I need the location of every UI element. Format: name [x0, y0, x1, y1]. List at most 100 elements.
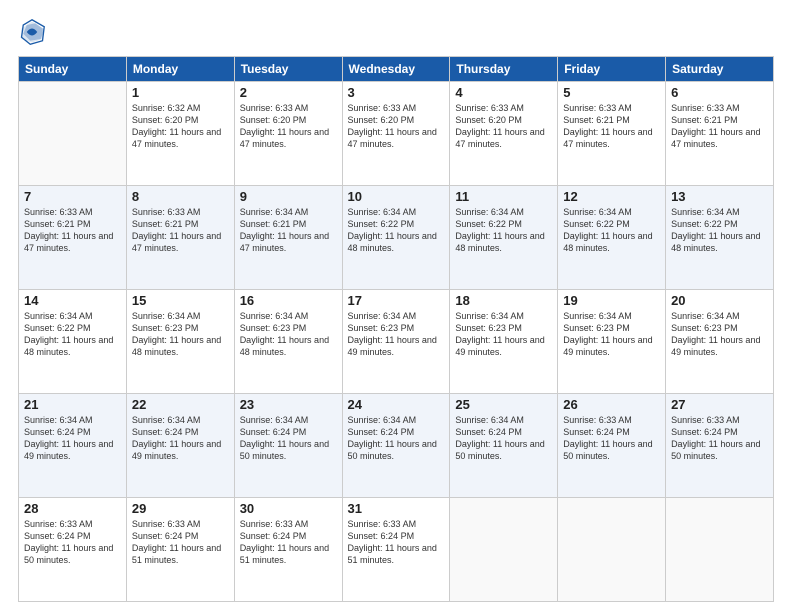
day-cell: 4 Sunrise: 6:33 AM Sunset: 6:20 PM Daylig… [450, 82, 558, 186]
day-info: Sunrise: 6:33 AM Sunset: 6:24 PM Dayligh… [563, 414, 660, 463]
week-row-3: 14 Sunrise: 6:34 AM Sunset: 6:22 PM Dayli… [19, 290, 774, 394]
day-number: 15 [132, 293, 229, 308]
week-row-2: 7 Sunrise: 6:33 AM Sunset: 6:21 PM Daylig… [19, 186, 774, 290]
day-cell [450, 498, 558, 602]
calendar: SundayMondayTuesdayWednesdayThursdayFrid… [18, 56, 774, 602]
day-number: 19 [563, 293, 660, 308]
day-info: Sunrise: 6:33 AM Sunset: 6:20 PM Dayligh… [455, 102, 552, 151]
day-info: Sunrise: 6:33 AM Sunset: 6:24 PM Dayligh… [240, 518, 337, 567]
day-number: 14 [24, 293, 121, 308]
day-cell: 22 Sunrise: 6:34 AM Sunset: 6:24 PM Dayli… [126, 394, 234, 498]
day-info: Sunrise: 6:34 AM Sunset: 6:22 PM Dayligh… [455, 206, 552, 255]
col-header-sunday: Sunday [19, 57, 127, 82]
day-cell: 2 Sunrise: 6:33 AM Sunset: 6:20 PM Daylig… [234, 82, 342, 186]
day-info: Sunrise: 6:32 AM Sunset: 6:20 PM Dayligh… [132, 102, 229, 151]
day-cell: 21Sunrise: 6:34 AM Sunset: 6:24 PM Dayli… [19, 394, 127, 498]
day-info: Sunrise: 6:34 AM Sunset: 6:24 PM Dayligh… [24, 414, 121, 463]
day-number: 9 [240, 189, 337, 204]
day-number: 8 [132, 189, 229, 204]
col-header-thursday: Thursday [450, 57, 558, 82]
day-number: 2 [240, 85, 337, 100]
day-number: 16 [240, 293, 337, 308]
day-number: 27 [671, 397, 768, 412]
col-header-friday: Friday [558, 57, 666, 82]
day-info: Sunrise: 6:34 AM Sunset: 6:23 PM Dayligh… [348, 310, 445, 359]
col-header-monday: Monday [126, 57, 234, 82]
day-cell: 14 Sunrise: 6:34 AM Sunset: 6:22 PM Dayli… [19, 290, 127, 394]
day-number: 22 [132, 397, 229, 412]
day-info: Sunrise: 6:34 AM Sunset: 6:23 PM Dayligh… [132, 310, 229, 359]
day-cell: 27 Sunrise: 6:33 AM Sunset: 6:24 PM Dayli… [666, 394, 774, 498]
day-info: Sunrise: 6:34 AM Sunset: 6:23 PM Dayligh… [563, 310, 660, 359]
day-info: Sunrise: 6:33 AM Sunset: 6:21 PM Dayligh… [132, 206, 229, 255]
day-number: 13 [671, 189, 768, 204]
day-number: 17 [348, 293, 445, 308]
day-cell [558, 498, 666, 602]
page: SundayMondayTuesdayWednesdayThursdayFrid… [0, 0, 792, 612]
logo [18, 18, 50, 46]
day-number: 26 [563, 397, 660, 412]
day-cell: 28Sunrise: 6:33 AM Sunset: 6:24 PM Dayli… [19, 498, 127, 602]
header [18, 18, 774, 46]
day-number: 20 [671, 293, 768, 308]
day-cell [19, 82, 127, 186]
day-cell: 29 Sunrise: 6:33 AM Sunset: 6:24 PM Dayli… [126, 498, 234, 602]
day-cell: 15 Sunrise: 6:34 AM Sunset: 6:23 PM Dayli… [126, 290, 234, 394]
col-header-tuesday: Tuesday [234, 57, 342, 82]
day-cell: 26 Sunrise: 6:33 AM Sunset: 6:24 PM Dayli… [558, 394, 666, 498]
day-cell: 7 Sunrise: 6:33 AM Sunset: 6:21 PM Daylig… [19, 186, 127, 290]
day-info: Sunrise: 6:34 AM Sunset: 6:24 PM Dayligh… [240, 414, 337, 463]
day-number: 23 [240, 397, 337, 412]
day-cell: 24 Sunrise: 6:34 AM Sunset: 6:24 PM Dayli… [342, 394, 450, 498]
day-cell: 10 Sunrise: 6:34 AM Sunset: 6:22 PM Dayli… [342, 186, 450, 290]
day-cell: 18 Sunrise: 6:34 AM Sunset: 6:23 PM Dayli… [450, 290, 558, 394]
day-info: Sunrise: 6:33 AM Sunset: 6:24 PM Dayligh… [348, 518, 445, 567]
day-info: Sunrise: 6:34 AM Sunset: 6:22 PM Dayligh… [348, 206, 445, 255]
day-info: Sunrise: 6:33 AM Sunset: 6:21 PM Dayligh… [671, 102, 768, 151]
day-number: 25 [455, 397, 552, 412]
day-cell: 30 Sunrise: 6:33 AM Sunset: 6:24 PM Dayli… [234, 498, 342, 602]
day-number: 29 [132, 501, 229, 516]
col-header-saturday: Saturday [666, 57, 774, 82]
day-number: 7 [24, 189, 121, 204]
day-cell: 16 Sunrise: 6:34 AM Sunset: 6:23 PM Dayli… [234, 290, 342, 394]
day-cell: 23 Sunrise: 6:34 AM Sunset: 6:24 PM Dayli… [234, 394, 342, 498]
week-row-1: 1 Sunrise: 6:32 AM Sunset: 6:20 PM Daylig… [19, 82, 774, 186]
day-cell: 19 Sunrise: 6:34 AM Sunset: 6:23 PM Dayli… [558, 290, 666, 394]
day-info: Sunrise: 6:34 AM Sunset: 6:22 PM Dayligh… [24, 310, 121, 359]
header-row: SundayMondayTuesdayWednesdayThursdayFrid… [19, 57, 774, 82]
day-number: 18 [455, 293, 552, 308]
day-number: 31 [348, 501, 445, 516]
day-number: 10 [348, 189, 445, 204]
day-cell: 9Sunrise: 6:34 AM Sunset: 6:21 PM Daylig… [234, 186, 342, 290]
day-number: 30 [240, 501, 337, 516]
day-number: 5 [563, 85, 660, 100]
day-cell [666, 498, 774, 602]
week-row-5: 28Sunrise: 6:33 AM Sunset: 6:24 PM Dayli… [19, 498, 774, 602]
day-info: Sunrise: 6:33 AM Sunset: 6:20 PM Dayligh… [348, 102, 445, 151]
day-info: Sunrise: 6:34 AM Sunset: 6:24 PM Dayligh… [348, 414, 445, 463]
day-info: Sunrise: 6:34 AM Sunset: 6:23 PM Dayligh… [240, 310, 337, 359]
day-cell: 17 Sunrise: 6:34 AM Sunset: 6:23 PM Dayli… [342, 290, 450, 394]
day-number: 11 [455, 189, 552, 204]
day-cell: 31 Sunrise: 6:33 AM Sunset: 6:24 PM Dayli… [342, 498, 450, 602]
logo-icon [18, 18, 46, 46]
day-number: 3 [348, 85, 445, 100]
day-info: Sunrise: 6:34 AM Sunset: 6:22 PM Dayligh… [563, 206, 660, 255]
day-info: Sunrise: 6:34 AM Sunset: 6:24 PM Dayligh… [132, 414, 229, 463]
day-info: Sunrise: 6:33 AM Sunset: 6:24 PM Dayligh… [132, 518, 229, 567]
day-info: Sunrise: 6:34 AM Sunset: 6:24 PM Dayligh… [455, 414, 552, 463]
day-cell: 11 Sunrise: 6:34 AM Sunset: 6:22 PM Dayli… [450, 186, 558, 290]
day-number: 12 [563, 189, 660, 204]
day-info: Sunrise: 6:33 AM Sunset: 6:20 PM Dayligh… [240, 102, 337, 151]
day-cell: 20Sunrise: 6:34 AM Sunset: 6:23 PM Dayli… [666, 290, 774, 394]
day-info: Sunrise: 6:33 AM Sunset: 6:24 PM Dayligh… [671, 414, 768, 463]
day-number: 4 [455, 85, 552, 100]
day-number: 24 [348, 397, 445, 412]
day-info: Sunrise: 6:34 AM Sunset: 6:23 PM Dayligh… [455, 310, 552, 359]
day-cell: 3 Sunrise: 6:33 AM Sunset: 6:20 PM Daylig… [342, 82, 450, 186]
col-header-wednesday: Wednesday [342, 57, 450, 82]
day-info: Sunrise: 6:33 AM Sunset: 6:21 PM Dayligh… [24, 206, 121, 255]
day-number: 1 [132, 85, 229, 100]
day-cell: 6Sunrise: 6:33 AM Sunset: 6:21 PM Daylig… [666, 82, 774, 186]
